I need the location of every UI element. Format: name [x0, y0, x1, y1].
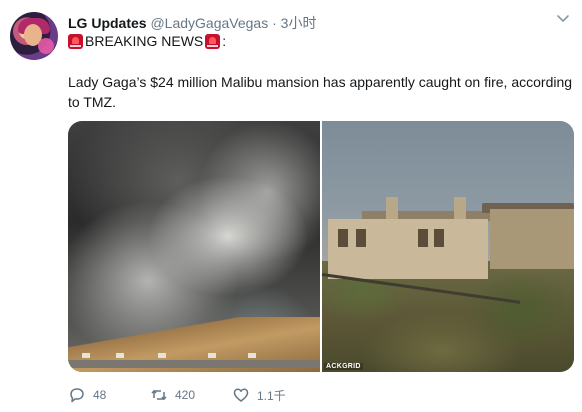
photo-mansion[interactable]: ACKGRID [321, 121, 574, 372]
tweet-time[interactable]: 3小时 [281, 15, 317, 31]
siren-icon [205, 33, 221, 49]
retweet-button[interactable]: 420 [150, 386, 232, 404]
house-marker [208, 353, 216, 358]
mansion-window [434, 229, 444, 247]
mansion-window [356, 229, 366, 247]
mansion-window [418, 229, 428, 247]
photo-credit: ACKGRID [324, 363, 363, 370]
retweet-icon [151, 389, 167, 401]
reply-button[interactable]: 48 [68, 386, 150, 404]
heart-icon [233, 388, 249, 402]
siren-icon [68, 33, 83, 49]
retweet-count: 420 [175, 388, 196, 402]
chimney [386, 197, 398, 219]
photo-smoke[interactable] [68, 121, 320, 372]
mansion [328, 219, 488, 279]
house-marker [158, 353, 166, 358]
chevron-down-icon[interactable] [556, 12, 570, 26]
avatar[interactable] [10, 12, 58, 60]
house-marker [116, 353, 124, 358]
author-handle[interactable]: @LadyGagaVegas [150, 15, 268, 31]
like-button[interactable]: 1.1千 [232, 386, 314, 404]
separator-dot: · [272, 15, 277, 31]
like-count: 1.1千 [257, 388, 286, 403]
house-marker [248, 353, 256, 358]
tweet-actions: 48 420 1.1千 [68, 386, 314, 404]
tweet-text: Lady Gaga’s $24 million Malibu mansion h… [68, 74, 573, 110]
avatar-accent [38, 38, 54, 54]
mansion-window [338, 229, 348, 247]
reply-icon [70, 388, 84, 403]
coast-road [68, 360, 320, 368]
breaking-news-line: BREAKING NEWS : [68, 33, 226, 49]
tweet-header: LG Updates @LadyGagaVegas · 3小时 [68, 13, 316, 33]
author-name[interactable]: LG Updates [68, 15, 147, 31]
tweet-media[interactable]: ACKGRID [68, 121, 574, 372]
chimney [454, 197, 466, 219]
house-marker [82, 353, 90, 358]
mansion-wing [490, 209, 574, 269]
breaking-news-text: BREAKING NEWS [85, 33, 204, 49]
breaking-news-colon: : [222, 33, 227, 49]
reply-count: 48 [93, 388, 107, 402]
